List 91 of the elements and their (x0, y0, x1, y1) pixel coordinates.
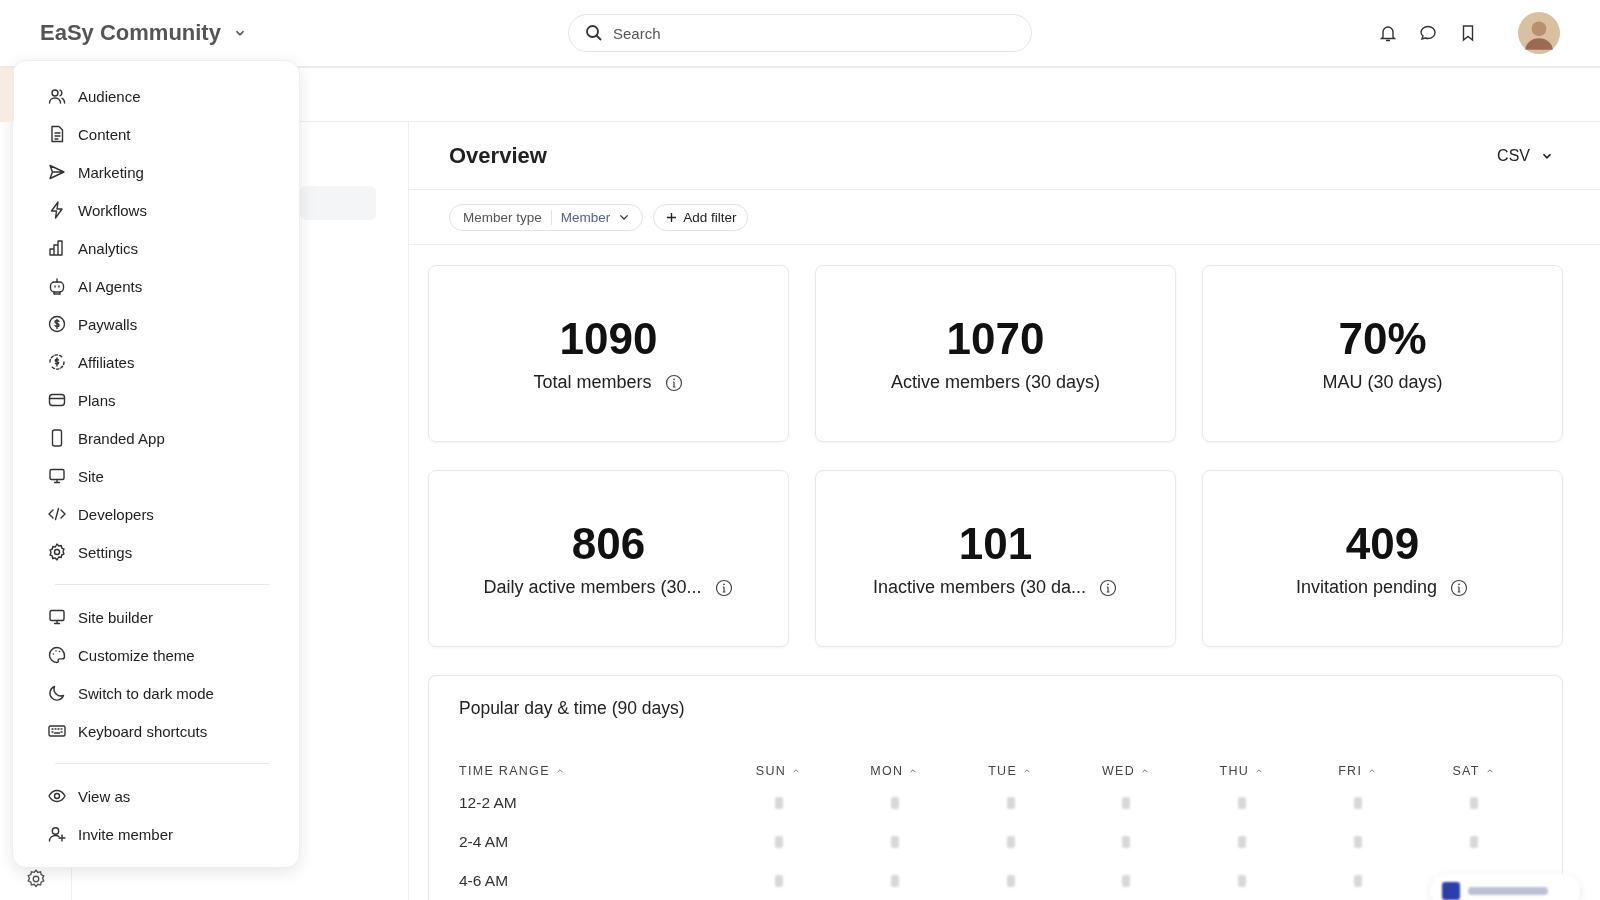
time-range-cell-text: 4-6 AM (459, 870, 510, 891)
stat-value: 409 (1345, 519, 1420, 569)
menu-item[interactable]: Keyboard shortcuts (47, 712, 269, 750)
menu-item[interactable]: Customize theme (47, 636, 269, 674)
help-widget[interactable] (1430, 874, 1580, 900)
stat-value: 1070 (946, 314, 1045, 364)
heat-mark (1354, 835, 1363, 848)
menu-item[interactable]: Site (47, 457, 269, 495)
stat-label: Total members (533, 372, 652, 393)
column-header[interactable]: THU (1184, 759, 1301, 783)
menu-item[interactable]: Affiliates (47, 343, 269, 381)
heat-mark (1006, 874, 1015, 887)
heat-mark (1006, 796, 1015, 809)
filter-label: Member type (463, 209, 552, 225)
menu-item[interactable]: Plans (47, 381, 269, 419)
column-header[interactable]: WED (1068, 759, 1185, 783)
add-person-icon (47, 824, 67, 844)
info-icon (663, 372, 684, 393)
menu-item[interactable]: Audience (47, 77, 269, 115)
heat-mark (1122, 874, 1131, 887)
time-range-cell-text: 2-4 AM (459, 831, 510, 852)
monitor-icon (47, 607, 67, 627)
heat-mark (1122, 796, 1131, 809)
info-icon (1449, 577, 1470, 598)
menu-item[interactable]: Developers (47, 495, 269, 533)
robot-icon (47, 276, 67, 296)
heat-mark (1354, 796, 1363, 809)
gear-icon (47, 542, 67, 562)
column-header[interactable]: MON (836, 759, 953, 783)
bell-icon[interactable] (1378, 23, 1398, 43)
heat-mark (890, 874, 899, 887)
heat-mark (774, 835, 783, 848)
page-title: Overview (449, 142, 547, 169)
menu-item[interactable]: Settings (47, 533, 269, 571)
community-name[interactable]: EaSy Community (40, 20, 221, 46)
settings-icon[interactable] (24, 868, 47, 890)
filter-value: Member (559, 209, 612, 225)
heat-mark (1238, 796, 1247, 809)
info-icon (713, 577, 734, 598)
heat-mark (1238, 874, 1247, 887)
menu-item[interactable]: Workflows (47, 191, 269, 229)
search-field[interactable]: Search (568, 14, 1032, 52)
send-icon (47, 162, 67, 182)
menu-item[interactable]: Marketing (47, 153, 269, 191)
menu-item[interactable]: Paywalls (47, 305, 269, 343)
heat-mark (774, 796, 783, 809)
chat-bubble-icon[interactable] (1418, 23, 1438, 43)
add-filter-button[interactable]: Add filter (653, 203, 748, 231)
menu-item[interactable]: Analytics (47, 229, 269, 267)
column-header[interactable]: TIME RANGE (459, 759, 721, 783)
dollar-cycle-icon (47, 352, 67, 372)
heat-mark (1354, 874, 1363, 887)
heat-mark (1006, 835, 1015, 848)
menu-item[interactable]: Site builder (47, 598, 269, 636)
column-header[interactable]: SAT (1416, 759, 1532, 783)
menu-item[interactable]: Branded App (47, 419, 269, 457)
export-dropdown[interactable]: CSV (1491, 145, 1560, 166)
stat-label: Invitation pending (1295, 577, 1438, 598)
stat-label: Active members (30 days) (890, 372, 1101, 393)
menu-item[interactable]: Content (47, 115, 269, 153)
heat-mark (774, 874, 783, 887)
menu-item[interactable]: Switch to dark mode (47, 674, 269, 712)
stat-value: 70% (1338, 314, 1427, 364)
heat-mark (1238, 835, 1247, 848)
card-title: Popular day & time (90 days) (459, 698, 686, 719)
heat-mark (1470, 796, 1479, 809)
avatar[interactable] (1518, 12, 1560, 54)
stat-label: Daily active members (30... (483, 577, 702, 598)
palette-icon (47, 645, 67, 665)
column-header[interactable]: FRI (1300, 759, 1417, 783)
info-icon (1098, 577, 1119, 598)
people-icon (47, 86, 67, 106)
heat-mark (890, 835, 899, 848)
moon-icon (47, 683, 67, 703)
stat-value: 101 (958, 519, 1033, 569)
dollar-coin-icon (47, 314, 67, 334)
monitor-icon (47, 466, 67, 486)
search-icon (584, 23, 604, 43)
menu-item[interactable]: View as (47, 777, 269, 815)
menu-item[interactable]: Invite member (47, 815, 269, 853)
stat-label: MAU (30 days) (1322, 372, 1443, 393)
heat-mark (1122, 835, 1131, 848)
heat-mark (1470, 835, 1479, 848)
column-header[interactable]: SUN (721, 759, 837, 783)
stat-value: 806 (571, 519, 646, 569)
menu-item[interactable]: AI Agents (47, 267, 269, 305)
time-range-cell-text: 12-2 AM (459, 792, 518, 813)
stat-label: Inactive members (30 da... (872, 577, 1087, 598)
column-header[interactable]: TUE (952, 759, 1069, 783)
stat-value: 1090 (559, 314, 658, 364)
heat-mark (890, 796, 899, 809)
